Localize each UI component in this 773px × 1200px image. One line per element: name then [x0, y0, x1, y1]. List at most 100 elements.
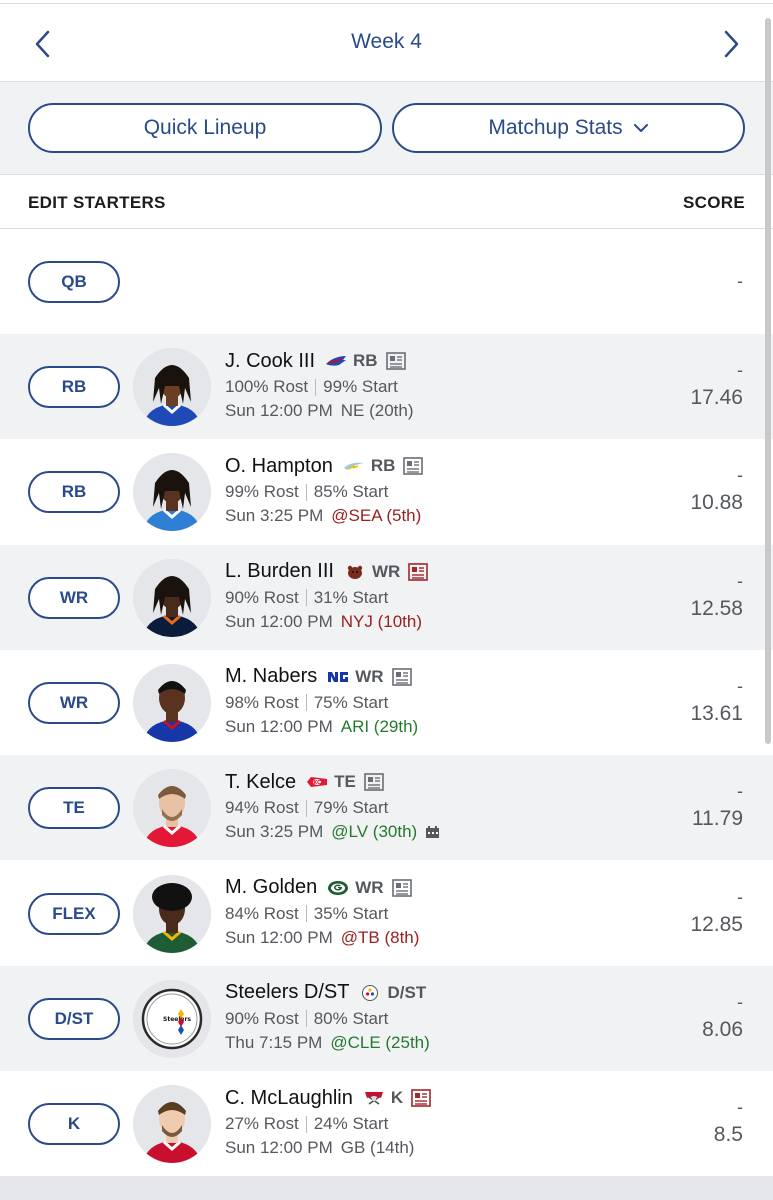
lineup-row: WR M. Nabers WR 98% Rost 75% Start Sun 12:00 …	[0, 650, 773, 755]
player-position: K	[390, 1088, 404, 1108]
player-headshot[interactable]	[133, 453, 211, 532]
lineup-row-qb: QB -	[0, 229, 773, 334]
ownership-line: 94% Rost 79% Start	[225, 796, 645, 820]
slot-button[interactable]: RB	[28, 366, 120, 408]
ownership-line: 90% Rost 80% Start	[225, 1007, 645, 1031]
action-bar: Quick Lineup Matchup Stats	[0, 82, 773, 175]
actual-score: -	[737, 781, 743, 802]
divider	[305, 799, 307, 817]
matchup-stats-label: Matchup Stats	[488, 116, 623, 139]
lineup-row: TE T. Kelce KC TE 94% Rost 79% Start Sun 3:25 …	[0, 755, 773, 861]
slot-button[interactable]: WR	[28, 681, 120, 724]
player-name[interactable]: J. Cook III	[225, 350, 315, 373]
player-headshot[interactable]: Steelers	[133, 979, 211, 1058]
news-icon[interactable]	[364, 773, 384, 791]
opponent-rank: ARI (29th)	[340, 716, 419, 736]
player-name[interactable]: Steelers D/ST	[225, 981, 349, 1004]
player-name[interactable]: L. Burden III	[225, 560, 334, 583]
player-position: WR	[371, 561, 401, 581]
player-name[interactable]: T. Kelce	[225, 771, 296, 794]
actual-score: -	[737, 675, 743, 696]
lineup-row: FLEX M. Golden WR 84% Rost 35% Start Sun 12:0…	[0, 861, 773, 966]
game-info-line: Sun 12:00 PM NE (20th)	[225, 399, 645, 423]
player-name[interactable]: C. McLaughlin	[225, 1087, 353, 1110]
slot-button[interactable]: WR	[28, 576, 120, 619]
ownership-line: 100% Rost 99% Start	[225, 375, 645, 399]
svg-text:KC: KC	[313, 780, 321, 786]
scrollbar[interactable]	[765, 18, 771, 744]
projected-score: 12.85	[690, 912, 743, 936]
started-percent: 79% Start	[313, 798, 389, 818]
player-headshot[interactable]	[133, 874, 211, 953]
slot-button[interactable]: RB	[28, 471, 120, 514]
projected-score: 13.61	[690, 701, 743, 725]
lineup-row: RB O. Hampton RB 99% Rost 85% Start Sun 3:25 …	[0, 439, 773, 544]
game-time: Thu 7:15 PM	[225, 1032, 323, 1052]
bills-logo-icon	[325, 353, 347, 369]
bottom-band	[0, 1176, 773, 1200]
chiefs-logo-icon: KC	[306, 774, 328, 790]
giants-logo-icon	[327, 669, 349, 685]
game-time: Sun 12:00 PM	[225, 401, 333, 420]
player-headshot[interactable]	[133, 558, 211, 637]
opponent-rank: @CLE (25th)	[330, 1032, 430, 1052]
player-headshot[interactable]	[133, 663, 211, 742]
actual-score: -	[737, 465, 743, 486]
player-name-line: C. McLaughlin K	[225, 1085, 645, 1111]
news-icon[interactable]	[408, 562, 429, 581]
slot-button[interactable]: FLEX	[28, 892, 120, 935]
divider	[305, 694, 307, 712]
projected-score: 8.06	[702, 1017, 743, 1041]
projected-score: 8.5	[713, 1123, 743, 1147]
player-position: D/ST	[387, 982, 427, 1002]
player-name[interactable]: O. Hampton	[225, 455, 333, 478]
game-time: Sun 12:00 PM	[225, 927, 333, 947]
player-name-line: L. Burden III WR	[225, 559, 645, 585]
player-name[interactable]: M. Nabers	[225, 665, 317, 688]
chargers-logo-icon	[343, 458, 365, 474]
next-week-button[interactable]	[716, 24, 746, 64]
quick-lineup-label: Quick Lineup	[143, 116, 267, 139]
slot-button[interactable]: K	[28, 1103, 120, 1146]
news-icon[interactable]	[391, 878, 412, 897]
lineup-row: WR L. Burden III WR 90% Rost 31% Start Sun 12…	[0, 544, 773, 650]
buccaneers-logo-icon	[363, 1090, 385, 1106]
rostered-percent: 99% Rost	[225, 482, 299, 502]
rostered-percent: 98% Rost	[225, 692, 299, 712]
chevron-right-icon	[724, 30, 739, 58]
news-icon[interactable]	[391, 668, 412, 686]
slot-button[interactable]: D/ST	[28, 997, 120, 1040]
rostered-percent: 90% Rost	[225, 1008, 299, 1028]
player-headshot[interactable]	[133, 1085, 211, 1164]
player-position: TE	[334, 772, 356, 792]
player-headshot[interactable]	[133, 348, 211, 426]
week-navigation: Week 4	[0, 4, 773, 82]
slot-button[interactable]: TE	[28, 787, 120, 830]
rostered-percent: 27% Rost	[225, 1114, 299, 1134]
player-info: M. Golden WR 84% Rost 35% Start Sun 12:00 PM…	[225, 875, 645, 950]
opponent-rank: @SEA (5th)	[331, 506, 422, 526]
game-time: Sun 3:25 PM	[225, 506, 324, 526]
player-info: L. Burden III WR 90% Rost 31% Start Sun 12:0…	[225, 559, 645, 634]
player-headshot[interactable]	[133, 769, 211, 848]
player-position: RB	[370, 456, 396, 476]
ownership-line: 90% Rost 31% Start	[225, 586, 645, 610]
matchup-stats-dropdown[interactable]: Matchup Stats	[392, 103, 745, 153]
actual-score: -	[737, 886, 743, 907]
news-icon[interactable]	[411, 1089, 431, 1107]
actual-score: -	[737, 991, 743, 1012]
news-icon[interactable]	[403, 457, 424, 476]
player-name-line: J. Cook III RB	[225, 348, 645, 374]
divider	[305, 483, 307, 501]
player-position: RB	[353, 351, 378, 370]
slot-button-qb[interactable]: QB	[28, 261, 120, 303]
projected-score: 17.46	[690, 386, 743, 409]
player-name[interactable]: M. Golden	[225, 876, 317, 899]
lineup-row: K C. McLaughlin K 27% Rost 24% Start Sun 12:0…	[0, 1071, 773, 1176]
started-percent: 35% Start	[313, 903, 389, 923]
quick-lineup-button[interactable]: Quick Lineup	[28, 103, 382, 153]
opponent-rank: NYJ (10th)	[340, 611, 422, 631]
news-icon[interactable]	[385, 352, 406, 370]
rostered-percent: 100% Rost	[225, 377, 309, 396]
edit-starters-heading: EDIT STARTERS	[28, 193, 166, 212]
